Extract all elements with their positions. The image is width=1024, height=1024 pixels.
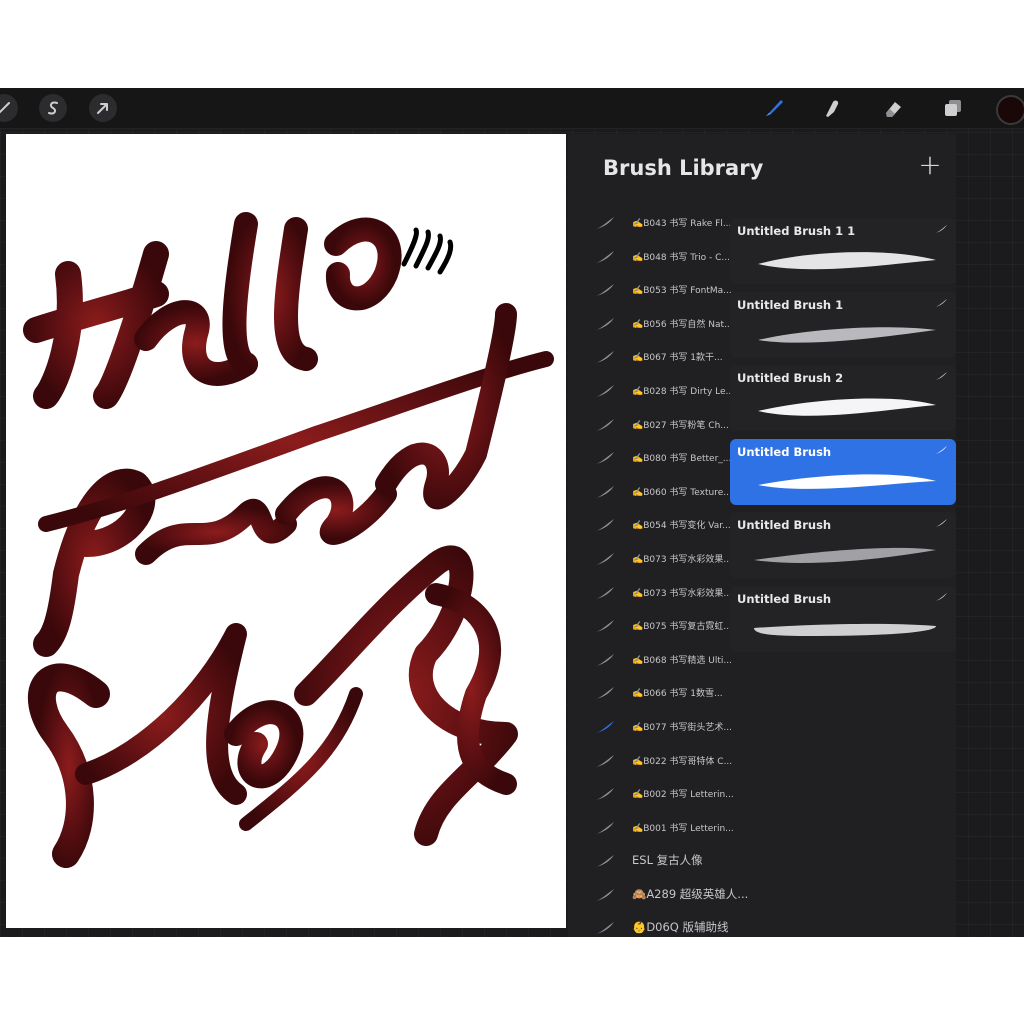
brush-set-stroke-icon [596, 452, 614, 465]
brush-card[interactable]: Untitled Brush [730, 512, 956, 578]
adjustments-wand-icon[interactable] [0, 94, 18, 122]
brush-name: Untitled Brush [737, 518, 832, 532]
brush-set-label: ESL 复古人像 [632, 853, 703, 868]
brush-card[interactable]: Untitled Brush [730, 585, 956, 652]
brush-set-item[interactable]: ✍️B067 书写 1款干... [594, 343, 734, 377]
brush-set-label: ✍️B022 书写哥特体 C... [632, 756, 733, 767]
brush-set-stroke-icon [596, 384, 614, 397]
brush-set-item[interactable]: ✍️B077 书写街头艺术... [594, 713, 734, 747]
eraser-tool-icon[interactable] [879, 94, 907, 122]
brush-set-stroke-icon [596, 620, 614, 633]
color-picker-swatch[interactable] [996, 95, 1024, 125]
drawing-canvas[interactable] [6, 134, 566, 928]
brush-stroke-preview [758, 252, 936, 270]
brush-set-stroke-icon [596, 855, 614, 868]
brush-set-stroke-icon [596, 552, 614, 565]
brush-set-stroke-icon [596, 418, 614, 431]
brush-set-stroke-icon [596, 586, 614, 599]
brush-set-label: ✍️B077 书写街头艺术... [632, 722, 733, 733]
brush-set-stroke-icon [596, 317, 614, 330]
brush-set-item[interactable]: ✍️B066 书写 1数雪... [594, 679, 734, 713]
brush-set-label: 🙈A289 超级英雄人... [632, 886, 749, 901]
brush-name: Untitled Brush 2 [737, 371, 844, 385]
brush-tool-icon[interactable] [760, 94, 788, 122]
layers-icon[interactable] [939, 94, 967, 122]
brush-set-stroke-icon [596, 922, 614, 935]
brush-name: Untitled Brush 1 1 [737, 224, 856, 238]
brush-type-icon [935, 372, 947, 380]
transform-arrow-icon[interactable] [89, 94, 117, 122]
brush-set-stroke-icon [596, 821, 614, 834]
brush-set-stroke-icon [596, 217, 614, 229]
brush-card[interactable]: Untitled Brush 2 [730, 365, 956, 431]
brush-type-icon [935, 445, 947, 454]
brush-set-item[interactable]: 🙈A289 超级英雄人... [594, 881, 748, 915]
brush-set-item[interactable]: ✍️B073 书写水彩效果... [594, 545, 734, 579]
brush-set-label: 👶D06Q 版辅助线 [632, 920, 729, 935]
brush-stroke-preview [754, 547, 936, 563]
brush-stroke-preview [758, 398, 936, 416]
add-brush-button[interactable]: + [918, 151, 942, 179]
procreate-app: Brush Library + ✍️B043 书写 Rake Fl... ✍️B0… [0, 88, 1024, 937]
brush-library-title: Brush Library [603, 156, 764, 180]
brush-set-item[interactable]: ✍️B068 书写精选 Ulti... [594, 646, 734, 680]
smudge-tool-icon[interactable] [818, 94, 846, 122]
brush-set-stroke-icon [596, 720, 614, 733]
brush-set-item[interactable]: ✍️B073 书写水彩效果... [594, 579, 734, 613]
brush-set-stroke-icon [596, 788, 614, 801]
top-toolbar [0, 88, 1024, 129]
brush-set-item[interactable]: ✍️B054 书写变化 Var... [594, 511, 734, 545]
brush-name: Untitled Brush 1 [737, 297, 844, 312]
brush-set-item[interactable]: ✍️B022 书写哥特体 C... [594, 747, 734, 781]
brush-type-icon [935, 592, 947, 601]
brush-set-stroke-icon [596, 485, 614, 498]
brush-set-item[interactable]: 👶D06Q 版辅助线 [594, 914, 734, 937]
brush-type-icon [935, 519, 947, 527]
lettering-artwork [23, 212, 554, 868]
brush-stroke-preview [754, 623, 936, 636]
brush-set-item[interactable]: ✍️B080 书写 Better_... [594, 444, 734, 478]
brush-type-icon [935, 298, 947, 307]
brush-set-item[interactable]: ✍️B060 书写 Texture... [594, 478, 734, 512]
brush-card[interactable]: Untitled Brush [730, 438, 956, 505]
brush-set-list: ✍️B043 书写 Rake Fl... ✍️B048 书写 Trio - C..… [594, 209, 748, 937]
brush-set-stroke-icon [596, 754, 614, 767]
brush-set-label: ✍️B001 书写 Letterin... [632, 823, 734, 834]
brush-set-stroke-icon [596, 351, 614, 364]
brush-stroke-preview [758, 473, 936, 489]
brush-card[interactable]: Untitled Brush 1 1 [730, 218, 956, 284]
brush-set-stroke-icon [596, 519, 614, 532]
selection-s-icon[interactable] [39, 94, 67, 122]
brush-set-stroke-icon [596, 284, 614, 297]
brush-set-label: ✍️B002 书写 Letterin... [632, 790, 734, 801]
brush-set-item[interactable]: ESL 复古人像 [594, 847, 734, 881]
brush-name: Untitled Brush [737, 591, 832, 606]
brush-set-label: ✍️B066 书写 1数雪... [632, 689, 723, 700]
brush-set-stroke-icon [596, 653, 614, 666]
brush-set-item[interactable]: ✍️B001 书写 Letterin... [594, 814, 734, 848]
brush-set-item[interactable]: ✍️B002 书写 Letterin... [594, 780, 734, 814]
brush-library-panel: Brush Library + ✍️B043 书写 Rake Fl... ✍️B0… [568, 134, 956, 937]
brush-set-item[interactable]: ✍️B053 书写 FontMa... [594, 276, 734, 310]
brush-set-label: ✍️B068 书写精选 Ulti... [632, 655, 732, 666]
brush-set-item[interactable]: ✍️B043 书写 Rake Fl... [594, 209, 734, 243]
brush-set-stroke-icon [596, 888, 614, 901]
brush-set-item[interactable]: ✍️B056 书写自然 Nat... [594, 310, 734, 344]
brush-stroke-preview [758, 326, 936, 343]
brush-type-icon [935, 225, 947, 233]
brush-set-item[interactable]: ✍️B028 书写 Dirty Le... [594, 377, 734, 411]
brush-set-stroke-icon [596, 250, 614, 263]
brush-name: Untitled Brush [737, 444, 832, 459]
brush-card[interactable]: Untitled Brush 1 [730, 291, 956, 358]
brush-set-item[interactable]: ✍️B075 书写复古霓虹... [594, 612, 734, 646]
brush-set-stroke-icon [596, 687, 614, 700]
brush-set-item[interactable]: ✍️B027 书写粉笔 Ch... [594, 411, 734, 445]
brush-set-item[interactable]: ✍️B048 书写 Trio - C... [594, 243, 734, 277]
